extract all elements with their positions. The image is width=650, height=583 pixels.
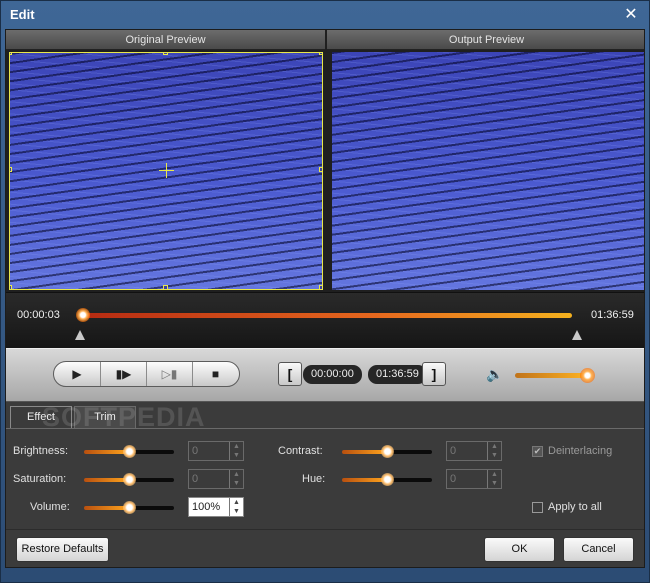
- output-preview-label: Output Preview: [327, 30, 644, 50]
- original-preview-video[interactable]: [9, 52, 323, 290]
- hue-label: Hue:: [302, 473, 326, 485]
- volume-value: 100%: [192, 501, 221, 513]
- hue-input[interactable]: 0 ▲ ▼: [446, 469, 502, 489]
- step-forward-icon: ▮▶: [115, 367, 132, 381]
- cancel-button[interactable]: Cancel: [563, 537, 634, 562]
- volume-label: Volume:: [30, 501, 70, 513]
- preview-area: Original Preview Output Preview: [6, 30, 644, 292]
- deinterlacing-checkbox[interactable]: ✔: [532, 446, 543, 457]
- total-time: 01:36:59: [591, 309, 634, 321]
- brightness-slider-handle[interactable]: [123, 445, 136, 458]
- spin-arrows-icon[interactable]: ▲ ▼: [487, 470, 501, 488]
- contrast-slider-handle[interactable]: [381, 445, 394, 458]
- window-title: Edit: [10, 7, 35, 22]
- crop-handle-bottom[interactable]: [163, 285, 168, 289]
- trim-end-marker[interactable]: [572, 330, 582, 340]
- stop-icon: ■: [211, 367, 220, 381]
- crop-handle-top-left[interactable]: [10, 53, 12, 55]
- effect-panel: Brightness: 0 ▲ ▼ Contrast: 0 ▲ ▼ ✔ Deinterl…: [6, 428, 644, 528]
- ok-button[interactable]: OK: [484, 537, 555, 562]
- transport-group: ▶ ▮▶ ▷▮ ■: [53, 361, 240, 387]
- saturation-value: 0: [192, 473, 199, 485]
- timeline-track[interactable]: [80, 313, 572, 318]
- deinterlacing-label: Deinterlacing: [548, 445, 613, 457]
- output-preview-video: [332, 52, 644, 290]
- set-end-button[interactable]: ]: [422, 362, 446, 386]
- spin-arrows-icon[interactable]: ▲ ▼: [487, 442, 501, 460]
- saturation-input[interactable]: 0 ▲ ▼: [188, 469, 244, 489]
- contrast-label: Contrast:: [278, 445, 323, 457]
- volume-slider-handle[interactable]: [580, 368, 595, 383]
- apply-to-all-label: Apply to all: [548, 501, 602, 513]
- current-time: 00:00:03: [17, 309, 60, 321]
- volume-effect-slider[interactable]: [84, 501, 174, 514]
- close-icon: ✕: [624, 6, 638, 23]
- brightness-slider[interactable]: [84, 445, 174, 458]
- contrast-input[interactable]: 0 ▲ ▼: [446, 441, 502, 461]
- speaker-icon[interactable]: 🔈: [486, 366, 503, 382]
- edit-dialog: Edit ✕ Original Preview Output Preview 0…: [0, 0, 650, 583]
- next-frame-icon: ▷▮: [161, 367, 178, 381]
- crop-handle-top-right[interactable]: [319, 53, 322, 55]
- stop-button[interactable]: ■: [192, 362, 238, 386]
- hue-slider[interactable]: [342, 473, 432, 486]
- next-frame-button[interactable]: ▷▮: [146, 362, 192, 386]
- playback-controls: ▶ ▮▶ ▷▮ ■ [ 00:00:00 01:36:59 ] 🔈: [6, 348, 644, 402]
- set-start-button[interactable]: [: [278, 362, 302, 386]
- play-button[interactable]: ▶: [54, 362, 100, 386]
- spin-arrows-icon[interactable]: ▲ ▼: [229, 498, 243, 516]
- contrast-value: 0: [450, 445, 457, 457]
- bottom-bar: Restore Defaults OK Cancel: [6, 529, 644, 567]
- crop-handle-top[interactable]: [163, 53, 168, 55]
- play-icon: ▶: [72, 367, 82, 381]
- step-forward-button[interactable]: ▮▶: [100, 362, 146, 386]
- brightness-input[interactable]: 0 ▲ ▼: [188, 441, 244, 461]
- apply-to-all-checkbox[interactable]: [532, 502, 543, 513]
- crop-handle-bottom-left[interactable]: [10, 285, 12, 289]
- spin-arrows-icon[interactable]: ▲ ▼: [229, 442, 243, 460]
- volume-effect-slider-handle[interactable]: [123, 501, 136, 514]
- volume-input[interactable]: 100% ▲ ▼: [188, 497, 244, 517]
- contrast-slider[interactable]: [342, 445, 432, 458]
- volume-slider[interactable]: [515, 373, 589, 378]
- brightness-value: 0: [192, 445, 199, 457]
- crosshair-icon-vertical: [166, 163, 167, 178]
- restore-defaults-button[interactable]: Restore Defaults: [16, 537, 109, 562]
- dialog-content: Original Preview Output Preview 00:00:03: [5, 29, 645, 568]
- hue-slider-handle[interactable]: [381, 473, 394, 486]
- hue-value: 0: [450, 473, 457, 485]
- brightness-label: Brightness:: [13, 445, 69, 457]
- original-preview-label: Original Preview: [6, 30, 325, 50]
- tab-bar: Effect Trim SOFTPEDIA: [6, 402, 644, 432]
- playhead-handle[interactable]: [76, 308, 90, 322]
- start-time-field[interactable]: 00:00:00: [303, 365, 362, 384]
- saturation-slider-handle[interactable]: [123, 473, 136, 486]
- saturation-slider[interactable]: [84, 473, 174, 486]
- crop-handle-right[interactable]: [319, 167, 322, 172]
- end-time-field[interactable]: 01:36:59: [368, 365, 427, 384]
- close-button[interactable]: ✕: [621, 5, 641, 25]
- trim-start-marker[interactable]: [75, 330, 85, 340]
- title-bar: Edit ✕: [1, 1, 649, 29]
- crop-handle-left[interactable]: [10, 167, 12, 172]
- crop-handle-bottom-right[interactable]: [319, 285, 322, 289]
- timeline: 00:00:03 01:36:59: [6, 292, 644, 348]
- spin-arrows-icon[interactable]: ▲ ▼: [229, 470, 243, 488]
- saturation-label: Saturation:: [13, 473, 67, 485]
